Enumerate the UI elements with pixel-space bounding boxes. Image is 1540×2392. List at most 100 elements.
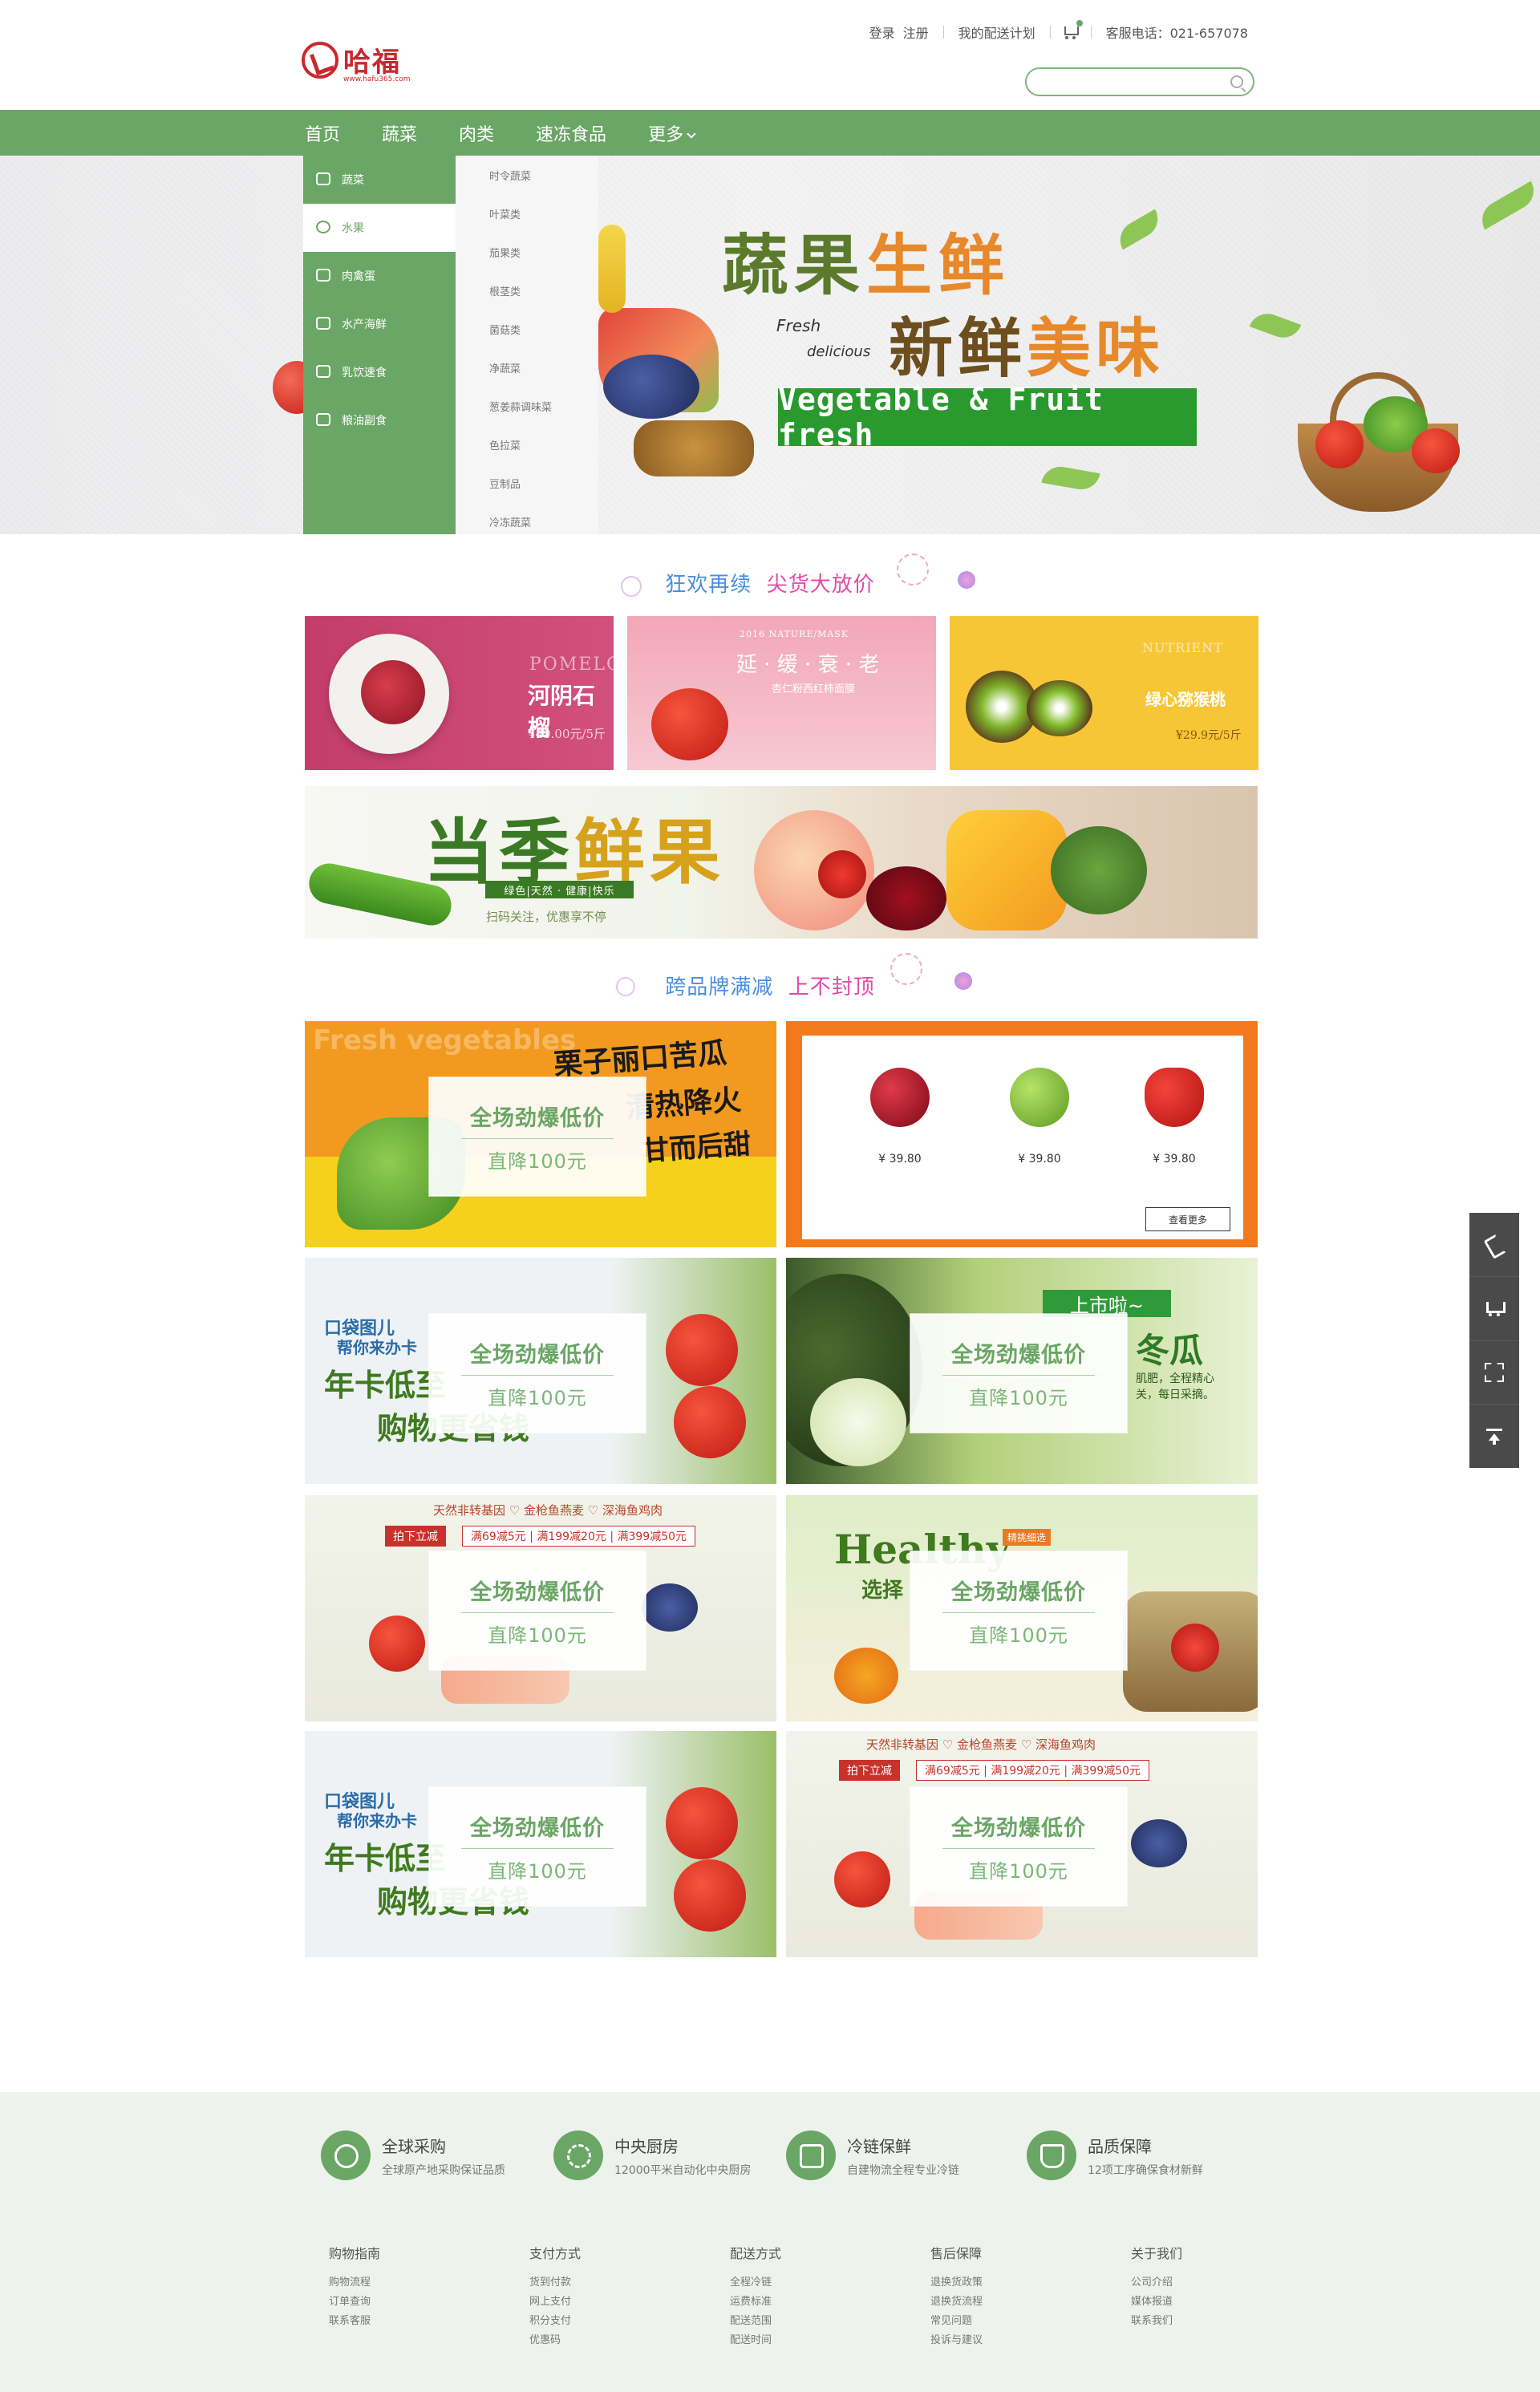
deal-card-discount-2[interactable]: 天然非转基因 ♡ 金枪鱼燕麦 ♡ 深海鱼鸡肉 拍下立减 满69减5元 | 满19… [786, 1731, 1258, 1957]
search-icon[interactable] [1230, 75, 1243, 88]
cart-icon[interactable] [1062, 20, 1083, 39]
deal-overlay: 全场劲爆低价 直降100元 [910, 1314, 1127, 1433]
hero-banner[interactable]: 蔬果生鲜 Fresh delicious 新鲜美味 Vegetable & Fr… [0, 156, 1540, 534]
nav-home[interactable]: 首页 [305, 120, 340, 146]
deal-overlay: 全场劲爆低价 直降100元 [910, 1787, 1127, 1906]
footer-link[interactable]: 全程冷链 [730, 2273, 781, 2293]
footer-link[interactable]: 常见问题 [930, 2312, 983, 2331]
login-link[interactable]: 登录 [861, 22, 903, 42]
subcategory-item[interactable]: 茄果类 [456, 233, 598, 271]
deal-card-discount-1[interactable]: 天然非转基因 ♡ 金枪鱼燕麦 ♡ 深海鱼鸡肉 拍下立减 满69减5元 | 满19… [305, 1495, 776, 1721]
cherry-image [866, 866, 946, 930]
card-headline: 年卡低至 [324, 1367, 447, 1403]
footer: 全球采购 全球原产地采购保证品质 中央厨房 12000平米自动化中央厨房 冷链保鲜自… [0, 2092, 1540, 2392]
logo[interactable]: 哈福 www.hafu365.com [302, 40, 410, 83]
deal-card-winter-melon[interactable]: 上市啦~ 冬瓜 肌肥，全程精心 关，每日采摘。 全场劲爆低价 直降100元 [786, 1258, 1258, 1484]
cart-button[interactable] [1469, 1277, 1519, 1341]
footer-link[interactable]: 联系客服 [329, 2312, 380, 2331]
scan-button[interactable] [1469, 1341, 1519, 1405]
subcategory-item[interactable]: 根茎类 [456, 271, 598, 310]
subcategory-item[interactable]: 叶菜类 [456, 194, 598, 233]
deal-title: 全场劲爆低价 [470, 1815, 605, 1841]
footer-link[interactable]: 运费标准 [730, 2293, 781, 2312]
footer-link[interactable]: 退换货流程 [930, 2293, 983, 2312]
footer-link[interactable]: 网上支付 [529, 2293, 581, 2312]
pomegranate-image [361, 660, 425, 724]
footer-link[interactable]: 退换货政策 [930, 2273, 983, 2293]
footer-link[interactable]: 配送时间 [730, 2331, 781, 2350]
footer-column-title: 购物指南 [329, 2246, 381, 2261]
deal-subtitle: 直降100元 [969, 1386, 1068, 1409]
subcategory-item[interactable]: 净蔬菜 [456, 348, 598, 387]
category-fruit[interactable]: 水果 [303, 204, 456, 252]
deal-card-pocket-1[interactable]: 口袋图儿 帮你来办卡 年卡低至 购物更省钱 全场劲爆低价 直降100元 [305, 1258, 776, 1484]
category-meat[interactable]: 肉禽蛋 [303, 252, 456, 300]
cart-badge [1076, 20, 1083, 26]
discount-label: 拍下立减 [385, 1526, 446, 1547]
category-milk[interactable]: 乳饮速食 [303, 348, 456, 396]
section-title-discount: 跨品牌满减 上不封顶 [665, 975, 875, 999]
footer-link[interactable]: 配送范围 [730, 2312, 781, 2331]
subcategory-item[interactable]: 色拉菜 [456, 425, 598, 464]
search-input[interactable] [1038, 69, 1222, 93]
register-link[interactable]: 注册 [903, 22, 937, 42]
product-item[interactable]: ¥ 39.80 [1126, 1068, 1222, 1166]
card-tag: 精挑细选 [1003, 1529, 1052, 1546]
promo-pomegranate[interactable]: POMELO 河阴石榴 ¥49.00元/5斤 [305, 616, 614, 770]
footer-link[interactable]: 联系我们 [1131, 2312, 1182, 2331]
deal-card-healthy[interactable]: Healthy 选择 精挑细选 全场劲爆低价 直降100元 [786, 1495, 1258, 1721]
nav-frozen[interactable]: 速冻食品 [536, 120, 606, 146]
product-item[interactable]: ¥ 39.80 [852, 1068, 948, 1166]
page: 哈福 www.hafu365.com 登录 注册 我的配送计划 客服电话：021… [0, 0, 1540, 2392]
category-grain[interactable]: 粮油副食 [303, 396, 456, 444]
service-phone: 客服电话：021-657078 [1105, 26, 1248, 41]
nav-meat[interactable]: 肉类 [459, 120, 494, 146]
promo-kiwi[interactable]: NUTRIENT 绿心猕猴桃 ¥29.9元/5斤 [950, 616, 1258, 770]
section-title-sale: 狂欢再续 尖货大放价 [665, 573, 875, 597]
footer-link[interactable]: 公司介绍 [1131, 2273, 1182, 2293]
view-more-button[interactable]: 查看更多 [1145, 1207, 1230, 1231]
subcategory-item[interactable]: 葱姜蒜调味菜 [456, 387, 598, 425]
category-seafood[interactable]: 水产海鲜 [303, 300, 456, 348]
footer-link[interactable]: 货到付款 [529, 2273, 581, 2293]
blueberry-image [642, 1583, 698, 1632]
footer-link[interactable]: 订单查询 [329, 2293, 380, 2312]
deal-subtitle: 直降100元 [969, 1624, 1068, 1647]
footer-link[interactable]: 优惠码 [529, 2331, 581, 2350]
feature-global: 全球采购 全球原产地采购保证品质 [321, 2131, 505, 2180]
back-to-top-button[interactable] [1469, 1405, 1519, 1468]
delivery-plan-link[interactable]: 我的配送计划 [950, 22, 1044, 42]
footer-link[interactable]: 媒体报道 [1131, 2293, 1182, 2312]
product-item[interactable]: ¥ 39.80 [991, 1068, 1088, 1166]
footer-column-guide: 购物指南 购物流程 订单查询 联系客服 [329, 2243, 380, 2331]
promo-title: 绿心猕猴桃 [1145, 690, 1226, 709]
category-vegetables[interactable]: 蔬菜 [303, 156, 456, 204]
subcategory-item[interactable]: 冷冻蔬菜 [456, 502, 598, 541]
deal-card-pocket-2[interactable]: 口袋图儿 帮你来办卡 年卡低至 购物更省钱 全场劲爆低价 直降100元 [305, 1731, 776, 1957]
floating-toolbar [1469, 1213, 1519, 1468]
subcategory-item[interactable]: 时令蔬菜 [456, 156, 598, 194]
hero-title-line1: 蔬果生鲜 [722, 227, 1011, 304]
footer-link[interactable]: 投诉与建议 [930, 2331, 983, 2350]
seasonal-fruit-banner[interactable]: 当季鲜果 绿色|天然 · 健康|快乐 扫码关注，优惠享不停 [305, 786, 1258, 939]
subcategory-item[interactable]: 豆制品 [456, 464, 598, 502]
tomato-image [666, 1787, 738, 1859]
footer-link[interactable]: 积分支付 [529, 2312, 581, 2331]
pepper-image [834, 1648, 898, 1704]
footer-link[interactable]: 购物流程 [329, 2273, 380, 2293]
promo-en: NUTRIENT [1142, 640, 1223, 655]
tomato-image [674, 1859, 746, 1932]
card-desc: 肌肥，全程精心 关，每日采摘。 [1136, 1372, 1214, 1401]
nav-more[interactable]: 更多 [648, 120, 696, 146]
grain-icon [316, 413, 330, 426]
deal-card-products: ¥ 39.80 ¥ 39.80 ¥ 39.80 查看更多 [786, 1021, 1258, 1247]
feature-quality: 品质保障 12项工序确保食材新鲜 [1027, 2131, 1203, 2180]
back-to-top-icon [1485, 1427, 1504, 1446]
card-headline: 帮你来办卡 [337, 1811, 417, 1830]
nav-vegetables[interactable]: 蔬菜 [382, 120, 417, 146]
feature-desc: 12项工序确保食材新鲜 [1088, 2163, 1203, 2177]
subcategory-item[interactable]: 菌菇类 [456, 310, 598, 348]
promo-tomato-mask[interactable]: 2016 NATURE/MASK 延 · 缓 · 衰 · 老 杏仁粉西红柿面膜 [627, 616, 936, 770]
phone-button[interactable] [1469, 1213, 1519, 1277]
deal-card-bitter-melon[interactable]: Fresh vegetables 栗子丽口苦瓜 清热降火 甘而后甜 全场劲爆低价… [305, 1021, 776, 1247]
